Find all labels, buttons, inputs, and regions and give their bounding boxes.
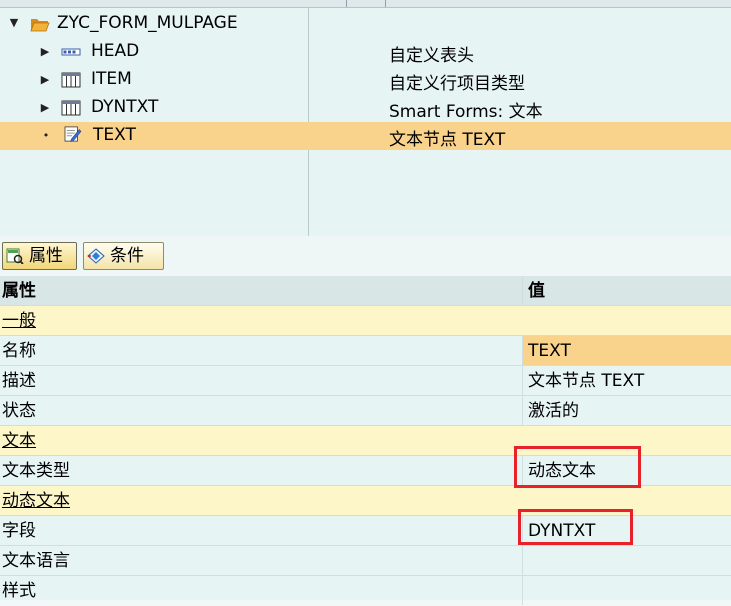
property-value[interactable]	[522, 546, 731, 575]
property-label: 文本类型	[2, 461, 70, 481]
tab-label: 条件	[110, 246, 144, 266]
expand-arrow-icon[interactable]: ▶	[39, 74, 51, 86]
tree-column-header	[0, 0, 731, 8]
annotation-box-field	[518, 509, 633, 545]
tree-node-text[interactable]: • TEXT 文本节点 TEXT	[0, 122, 731, 150]
property-label: 状态	[2, 401, 36, 421]
table-icon	[61, 100, 81, 116]
column-resize-handle[interactable]	[385, 0, 386, 7]
tree-node-label: TEXT	[93, 125, 136, 145]
column-resize-handle[interactable]	[346, 0, 347, 7]
group-label: 动态文本	[2, 491, 70, 511]
property-row-text-language: 文本语言	[0, 546, 731, 576]
tree-node-description: 自定义表头	[389, 46, 474, 66]
form-tree-panel: ▼ ZYC_FORM_MULPAGE ▶ HEAD 自定义表头 ▶ ITEM 自…	[0, 0, 731, 237]
tab-properties[interactable]: 属性	[2, 242, 77, 270]
tab-conditions[interactable]: 条件	[83, 242, 164, 270]
tab-label: 属性	[29, 246, 63, 266]
group-label: 一般	[2, 311, 36, 331]
properties-icon	[6, 248, 24, 264]
tree-node-description: 自定义行项目类型	[389, 74, 525, 94]
tree-node-label: DYNTXT	[91, 97, 159, 117]
collapse-arrow-icon[interactable]: ▼	[8, 17, 20, 29]
property-value[interactable]: 文本节点 TEXT	[522, 366, 731, 395]
conditions-icon	[87, 248, 105, 264]
property-row-style: 样式	[0, 576, 731, 605]
group-row-general: 一般	[0, 306, 731, 336]
tab-strip: 属性 条件	[0, 236, 731, 276]
group-label: 文本	[2, 431, 36, 451]
tree-node-item[interactable]: ▶ ITEM 自定义行项目类型	[0, 66, 731, 94]
folder-open-icon	[30, 19, 50, 32]
property-label: 文本语言	[2, 551, 70, 571]
tree-node-label: HEAD	[91, 41, 140, 61]
text-edit-icon	[64, 126, 82, 142]
tree-node-label: ZYC_FORM_MULPAGE	[57, 13, 238, 33]
property-label: 字段	[2, 521, 36, 541]
tree-node-description: Smart Forms: 文本	[389, 102, 543, 122]
column-header-attribute: 属性	[2, 281, 36, 301]
structure-icon	[61, 48, 81, 56]
tree-node-description: 文本节点 TEXT	[389, 130, 506, 150]
leaf-bullet-icon: •	[42, 129, 50, 142]
property-row-status: 状态 激活的	[0, 396, 731, 426]
tree-node-head[interactable]: ▶ HEAD 自定义表头	[0, 38, 731, 66]
property-value[interactable]: 激活的	[522, 396, 731, 425]
tree-node-dyntxt[interactable]: ▶ DYNTXT Smart Forms: 文本	[0, 94, 731, 122]
tree-node-root[interactable]: ▼ ZYC_FORM_MULPAGE	[0, 10, 731, 38]
table-icon	[61, 72, 81, 88]
property-value[interactable]	[522, 576, 731, 605]
properties-grid: 属性 值 一般 名称 TEXT 描述 文本节点 TEXT 状态 激活的 文本 文…	[0, 276, 731, 605]
expand-arrow-icon[interactable]: ▶	[39, 46, 51, 58]
grid-header-row: 属性 值	[0, 276, 731, 306]
column-header-value: 值	[522, 276, 731, 305]
property-row-description: 描述 文本节点 TEXT	[0, 366, 731, 396]
expand-arrow-icon[interactable]: ▶	[39, 102, 51, 114]
property-label: 描述	[2, 371, 36, 391]
tree-node-label: ITEM	[91, 69, 132, 89]
property-row-name: 名称 TEXT	[0, 336, 731, 366]
annotation-box-text-type	[514, 446, 641, 488]
property-value[interactable]: TEXT	[522, 336, 731, 365]
property-label: 名称	[2, 341, 36, 361]
property-label: 样式	[2, 581, 36, 601]
